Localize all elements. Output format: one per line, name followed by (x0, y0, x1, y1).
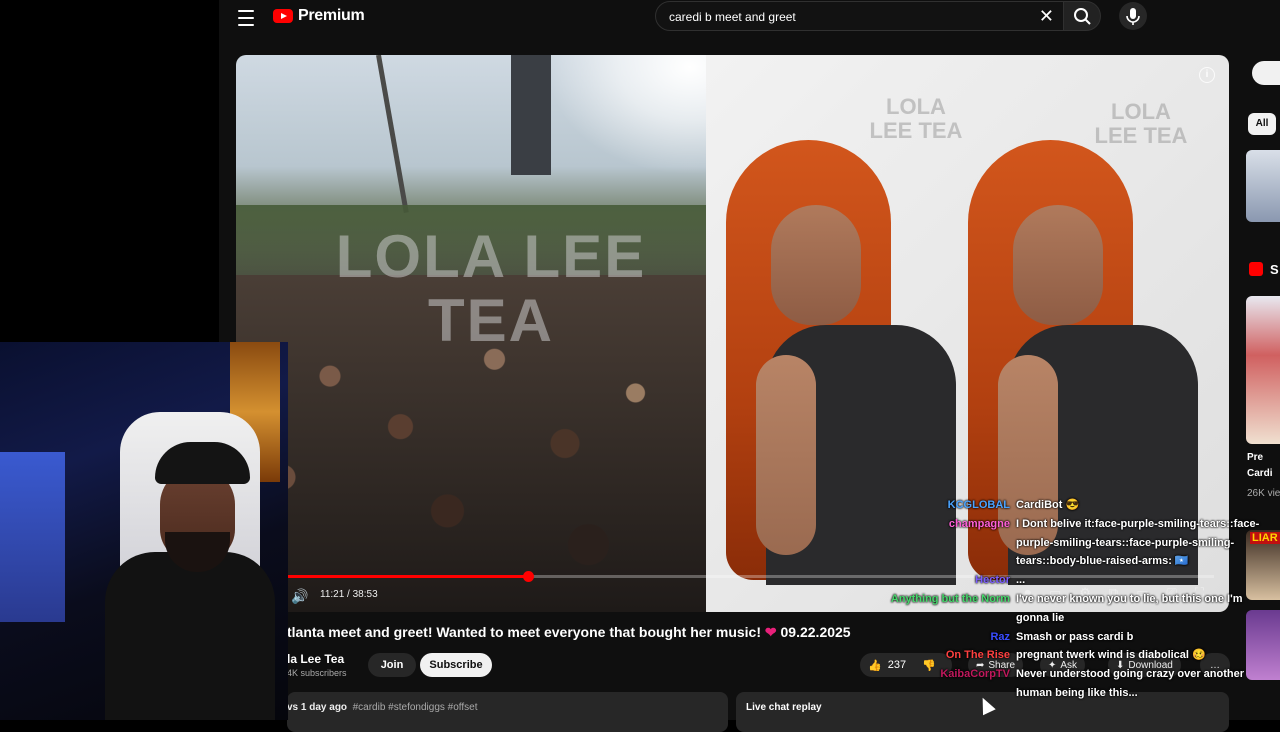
subscriber-count: 4K subscribers (287, 668, 347, 678)
youtube-play-icon (273, 9, 293, 23)
youtube-premium-logo[interactable]: Premium (273, 7, 365, 25)
logo-text: Premium (298, 7, 365, 24)
chat-message: tears::body-blue-raised-arms: 🇸🇴 (1016, 555, 1189, 568)
views-and-date: vs 1 day ago (287, 702, 348, 713)
figure-face (1013, 205, 1103, 325)
clear-search-icon[interactable]: ✕ (1039, 6, 1054, 26)
sidebar-item-channel: Cardi (1247, 468, 1273, 479)
chip-all[interactable]: All (1248, 113, 1276, 135)
sidebar-item-title[interactable]: Pre (1247, 452, 1263, 463)
sidebar-thumbnail[interactable] (1246, 150, 1280, 222)
sidebar-shorts-label: S (1270, 262, 1279, 277)
progress-bar[interactable] (284, 571, 1214, 582)
chat-message: Never understood going crazy over anothe… (1016, 668, 1244, 681)
chat-message: Smash or pass cardi b (1016, 630, 1134, 643)
figure-face (771, 205, 861, 325)
chat-message: ... (1016, 574, 1026, 587)
voice-search-button[interactable] (1119, 2, 1147, 30)
watermark-small-2: LOLA LEE TEA (1094, 99, 1188, 148)
video-title: tlanta meet and greet! Wanted to meet ev… (287, 624, 851, 640)
menu-icon[interactable] (238, 8, 254, 28)
watermark-small-1: LOLA LEE TEA (869, 94, 963, 143)
video-watermark: LOLA LEE TEA (335, 223, 647, 354)
sun-glare (546, 55, 706, 175)
search-input[interactable] (667, 7, 1031, 27)
streamer-cap (155, 442, 250, 484)
chat-message: CardiBot 😎 (1016, 499, 1080, 511)
search-icon (1074, 8, 1091, 25)
streamer-webcam (0, 342, 288, 720)
progress-fill (284, 575, 528, 578)
subscribe-button[interactable]: Subscribe (420, 653, 492, 677)
sidebar-item-views: 26K vie (1247, 488, 1280, 499)
search-box[interactable]: ✕ (655, 1, 1065, 31)
sidebar-top-pill[interactable] (1252, 61, 1280, 85)
heart-emoji: ❤ (764, 624, 777, 640)
microphone-icon (1126, 8, 1140, 25)
hashtags: #cardib #stefondiggs #offset (352, 702, 478, 713)
chat-author: Raz (990, 630, 1010, 643)
chat-author: KCGLOBAL (947, 499, 1010, 511)
volume-icon[interactable]: 🔊 (291, 588, 308, 605)
info-icon[interactable]: i (1199, 67, 1215, 83)
description-summary: vs 1 day ago #cardib #stefondiggs #offse… (287, 702, 478, 713)
chat-author: KaibaCorpTV (940, 668, 1010, 681)
chat-message: I've never known you to lie, but this on… (1016, 593, 1243, 605)
background-monitor (0, 452, 65, 622)
sidebar-thumbnail[interactable] (1246, 610, 1280, 680)
live-chat-replay-label: Live chat replay (746, 702, 822, 713)
figure-arm (756, 355, 816, 555)
chat-message: gonna lie (1016, 611, 1065, 624)
thumbnail-badge: LIAR (1250, 532, 1280, 544)
video-frame-crowd: LOLA LEE TEA (236, 55, 706, 612)
streamer-shirt (105, 552, 275, 720)
chat-message: pregnant twerk wind is diabolical 🥴 (1016, 649, 1206, 662)
chat-message: purple-smiling-tears::face-purple-smilin… (1016, 536, 1235, 549)
search-button[interactable] (1063, 1, 1101, 31)
join-button[interactable]: Join (368, 653, 416, 677)
chat-author: champagne (948, 517, 1010, 530)
chat-author: On The Rise (945, 649, 1010, 662)
chat-message: human being like this... (1016, 687, 1138, 699)
progress-scrubber[interactable] (522, 571, 534, 582)
utility-pole (376, 55, 409, 214)
youtube-shorts-icon (1249, 262, 1263, 276)
time-display: 11:21 / 38:53 (320, 589, 378, 600)
chat-author: Hector (975, 574, 1010, 587)
chat-message: I Dont belive it:face-purple-smiling-tea… (1016, 517, 1260, 530)
sidebar-short-thumbnail[interactable] (1246, 296, 1280, 444)
street-sign (511, 55, 551, 175)
channel-name[interactable]: la Lee Tea (287, 652, 344, 666)
chat-author: Anything but the Norm (890, 593, 1010, 605)
